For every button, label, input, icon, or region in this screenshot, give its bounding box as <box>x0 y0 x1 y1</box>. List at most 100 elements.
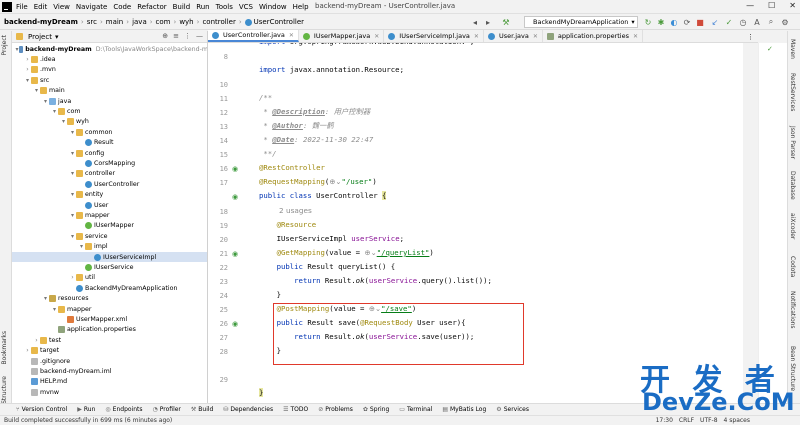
expand-arrow-icon[interactable]: › <box>24 66 31 73</box>
translate-icon[interactable]: A <box>752 16 762 28</box>
menu-refactor[interactable]: Refactor <box>137 3 166 11</box>
tab-close-icon[interactable]: ✕ <box>533 33 538 40</box>
tree-item[interactable]: User <box>12 200 207 210</box>
options-icon[interactable]: ⋮ <box>184 32 191 40</box>
tab-close-icon[interactable]: ✕ <box>374 33 379 40</box>
menu-edit[interactable]: Edit <box>34 3 48 11</box>
breadcrumb-wyh[interactable]: wyh <box>179 18 193 26</box>
codota-tool-tab[interactable]: Codota <box>789 256 796 277</box>
spring-bean-icon[interactable]: ◉ <box>232 165 238 173</box>
locate-icon[interactable]: ⊕ <box>162 32 168 40</box>
collapse-icon[interactable]: ≡ <box>173 32 179 40</box>
breadcrumb-class[interactable]: UserController <box>254 18 304 26</box>
menu-tools[interactable]: Tools <box>216 3 233 11</box>
expand-arrow-icon[interactable]: ▾ <box>24 77 31 84</box>
menu-view[interactable]: View <box>53 3 70 11</box>
restservices-tool-tab[interactable]: RestServices <box>789 73 796 111</box>
tree-item[interactable]: ▾ config <box>12 148 207 158</box>
tree-item[interactable]: ▾ common <box>12 127 207 137</box>
expand-arrow-icon[interactable]: ▾ <box>69 150 76 157</box>
file-encoding[interactable]: UTF-8 <box>700 417 718 424</box>
tree-item[interactable]: Result <box>12 138 207 148</box>
expand-arrow-icon[interactable]: ▾ <box>69 233 76 240</box>
bottom-tool-dependencies[interactable]: ⛁ Dependencies <box>223 406 273 413</box>
history-icon[interactable]: ◷ <box>738 16 748 28</box>
expand-arrow-icon[interactable]: › <box>24 56 31 63</box>
line-separator[interactable]: CRLF <box>679 417 694 424</box>
breadcrumb-main[interactable]: main <box>106 18 124 26</box>
expand-arrow-icon[interactable]: › <box>24 347 31 354</box>
tree-item[interactable]: ▾ mapper <box>12 304 207 314</box>
menu-build[interactable]: Build <box>173 3 191 11</box>
status-message[interactable]: Build completed successfully in 699 ms (… <box>4 417 172 424</box>
build-hammer-icon[interactable]: ⚒ <box>500 16 512 28</box>
tree-item[interactable]: ▾ src <box>12 75 207 85</box>
breadcrumb-controller[interactable]: controller <box>202 18 235 26</box>
search-icon[interactable]: ⌕ <box>766 16 776 28</box>
expand-arrow-icon[interactable]: ▾ <box>69 212 76 219</box>
rerun-icon[interactable]: ↻ <box>643 16 653 28</box>
expand-arrow-icon[interactable]: ▾ <box>78 243 85 250</box>
tree-item[interactable]: › .idea <box>12 54 207 64</box>
tree-item[interactable]: ▾ mapper <box>12 210 207 220</box>
expand-arrow-icon[interactable]: ▾ <box>60 118 67 125</box>
menu-window[interactable]: Window <box>259 3 287 11</box>
tree-item[interactable]: UserController <box>12 179 207 189</box>
tree-item[interactable]: UserMapper.xml <box>12 314 207 324</box>
tree-item[interactable]: ▾ resources <box>12 294 207 304</box>
tree-item[interactable]: application.properties <box>12 325 207 335</box>
tree-item[interactable]: mvnw <box>12 387 207 397</box>
expand-arrow-icon[interactable]: ▾ <box>69 170 76 177</box>
no-problems-check-icon[interactable]: ✓ <box>767 45 773 53</box>
bottom-tool-profiler[interactable]: ◔ Profiler <box>153 406 181 413</box>
tree-item[interactable]: IUserService <box>12 262 207 272</box>
menu-code[interactable]: Code <box>113 3 131 11</box>
tree-item[interactable]: IUserMapper <box>12 221 207 231</box>
hide-icon[interactable]: — <box>196 32 203 40</box>
expand-arrow-icon[interactable]: ▾ <box>51 306 58 313</box>
tree-item[interactable]: ▾ wyh <box>12 117 207 127</box>
bottom-tool-mybatis-log[interactable]: ▤ MyBatis Log <box>442 406 486 413</box>
tree-item[interactable]: HELP.md <box>12 377 207 387</box>
editor-tab[interactable]: application.properties ✕ <box>543 30 644 42</box>
spring-bean-icon[interactable]: ◉ <box>232 193 238 201</box>
tree-item[interactable]: CorsMapping <box>12 158 207 168</box>
bottom-tool-spring[interactable]: ✿ Spring <box>363 406 389 413</box>
bottom-tool-todo[interactable]: ☰ TODO <box>283 406 308 413</box>
tree-item[interactable]: .gitignore <box>12 356 207 366</box>
tree-item[interactable]: › test <box>12 335 207 345</box>
bottom-tool-problems[interactable]: ⊘ Problems <box>318 406 353 413</box>
expand-arrow-icon[interactable]: ▾ <box>33 87 40 94</box>
vcs-commit-icon[interactable]: ✓ <box>724 16 734 28</box>
tree-item[interactable]: ▾ controller <box>12 169 207 179</box>
aixcoder-tool-tab[interactable]: aiXcoder <box>789 213 796 239</box>
usages-hint[interactable]: 2 usages <box>279 206 312 215</box>
tab-close-icon[interactable]: ✕ <box>289 32 294 39</box>
bottom-tool-version-control[interactable]: ⑂ Version Control <box>16 406 67 413</box>
stop-icon[interactable]: ■ <box>695 16 705 28</box>
profile-icon[interactable]: ⟳ <box>682 16 692 28</box>
tab-close-icon[interactable]: ✕ <box>633 33 638 40</box>
maven-tool-tab[interactable]: Maven <box>789 39 796 59</box>
tree-item[interactable]: backend-myDream.iml <box>12 366 207 376</box>
coverage-icon[interactable]: ◐ <box>669 16 679 28</box>
settings-gear-icon[interactable]: ⚙ <box>780 16 790 28</box>
bottom-tool-run[interactable]: ▶ Run <box>77 406 95 413</box>
project-tool-tab[interactable]: Project <box>1 35 8 56</box>
menu-help[interactable]: Help <box>293 3 309 11</box>
tree-item[interactable]: ▾ main <box>12 86 207 96</box>
notifications-tool-tab[interactable]: Notifications <box>789 291 796 329</box>
tree-item[interactable]: ▾ service <box>12 231 207 241</box>
tree-item[interactable]: ▾ java <box>12 96 207 106</box>
bottom-tool-build[interactable]: ⚒ Build <box>191 406 213 413</box>
debug-icon[interactable]: ✱ <box>656 16 666 28</box>
breadcrumb-project[interactable]: backend-myDream <box>4 18 78 26</box>
breadcrumb-java[interactable]: java <box>132 18 147 26</box>
run-configuration-select[interactable]: BackendMyDreamApplication ▾ <box>524 16 638 28</box>
forward-icon[interactable]: ▸ <box>483 16 493 28</box>
minimize-icon[interactable]: — <box>746 1 754 10</box>
tree-item[interactable]: ▾ backend-myDream D:\Tools\JavaWorkSpace\b… <box>12 44 207 54</box>
tab-overflow-icon[interactable]: ⋮ <box>747 33 754 41</box>
expand-arrow-icon[interactable]: ▾ <box>42 295 49 302</box>
indent-setting[interactable]: 4 spaces <box>724 417 750 424</box>
